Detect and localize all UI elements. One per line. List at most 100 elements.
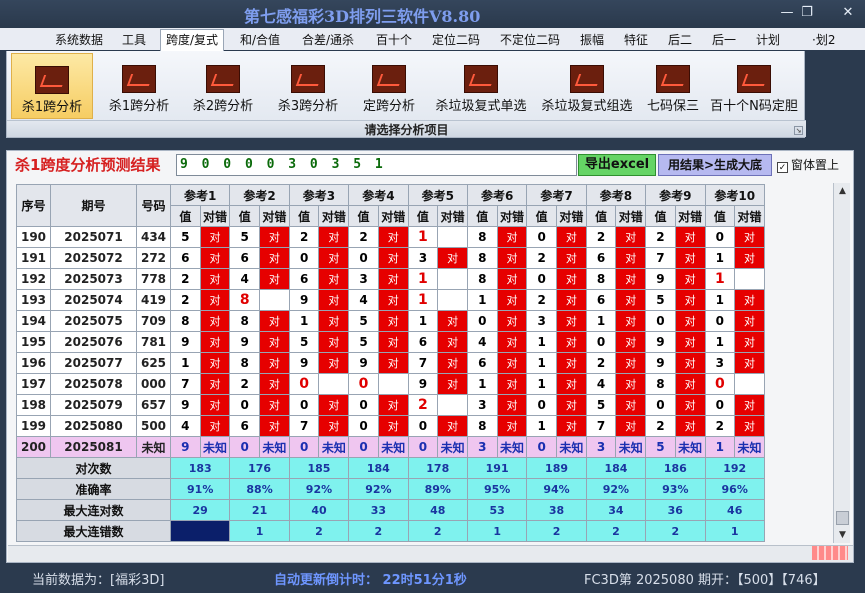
table-row[interactable]: 192 2025073 778 2 对 4 对 6 对 3 对 1 8 对 0 对 8 对 9 对 1 xyxy=(16,268,765,290)
cell-hit: 对 xyxy=(556,373,587,395)
close-button[interactable]: ✕ xyxy=(838,5,858,21)
row-issue: 2025077 xyxy=(50,352,137,374)
pred-unknown: 未知 xyxy=(318,436,350,458)
menu-unfixed-two[interactable]: 不定位二码 xyxy=(500,31,560,48)
launcher-icon[interactable]: ↘ xyxy=(794,126,803,135)
menu-span-compound[interactable]: 跨度/复式 xyxy=(160,29,225,51)
generate-base-button[interactable]: 用结果>生成大底 xyxy=(658,154,772,176)
cell-value: 2 xyxy=(704,415,736,437)
cell-value: 8 xyxy=(645,373,676,395)
table-row[interactable]: 195 2025076 781 9 对 9 对 5 对 5 对 6 对 4 对 1 对 0 对 9 对 1 对 xyxy=(16,331,765,353)
export-excel-button[interactable]: 导出excel xyxy=(578,154,656,176)
cell-hit: 对 xyxy=(259,268,290,290)
scroll-down-icon[interactable]: ▼ xyxy=(834,527,851,543)
col-header-ref: 参考9 xyxy=(645,184,706,206)
col-header-value: 值 xyxy=(348,205,379,227)
cell-value: 3 xyxy=(526,310,558,332)
topmost-checkbox[interactable]: ✓ 窗体置上 xyxy=(777,156,839,173)
resize-grip[interactable] xyxy=(812,546,848,560)
stats-row: 最大连错数 1 2 2 2 1 2 2 2 1 xyxy=(16,520,765,542)
table-row[interactable]: 194 2025075 709 8 对 8 对 1 对 5 对 1 对 0 对 3 对 1 对 0 对 0 对 xyxy=(16,310,765,332)
cell-value: 3 xyxy=(348,268,379,290)
cell-value: 1 xyxy=(704,247,736,269)
menu-last-one[interactable]: 后一 xyxy=(712,31,736,48)
cell-value: 7 xyxy=(407,352,439,374)
horizontal-scrollbar[interactable] xyxy=(8,545,853,562)
cell-hit: 对 xyxy=(496,331,528,353)
ribbon-junk-group[interactable]: 杀垃圾复式组选 xyxy=(536,53,638,119)
stats-value: 189 xyxy=(526,457,587,479)
col-header-match: 对错 xyxy=(556,205,587,227)
header-row: 序号 期号 号码 参考1 参考2 参考3 参考4 参考5 参考6 参考7 参考8 参考9 参考10 xyxy=(16,184,765,227)
ribbon-kill3-span[interactable]: 杀3跨分析 xyxy=(268,53,348,119)
menu-plan-2[interactable]: ·划2 xyxy=(812,31,835,48)
scroll-up-icon[interactable]: ▲ xyxy=(834,183,851,199)
menu-system-data[interactable]: 系统数据 xyxy=(55,31,103,48)
ribbon-seven-keep-three[interactable]: 七码保三 xyxy=(642,53,704,119)
stats-value: 186 xyxy=(645,457,706,479)
cell-hit: 对 xyxy=(496,394,528,416)
cell-miss xyxy=(318,373,350,395)
ribbon-kill1-span[interactable]: 杀1跨分析 xyxy=(99,53,179,119)
col-header-match: 对错 xyxy=(615,205,647,227)
minimize-button[interactable]: — xyxy=(777,5,797,21)
col-header-value: 值 xyxy=(645,205,676,227)
table-row[interactable]: 191 2025072 272 6 对 6 对 0 对 0 对 3 对 8 对 2 对 6 对 7 对 1 对 xyxy=(16,247,765,269)
pred-value: 0 xyxy=(348,436,379,458)
vertical-scrollbar[interactable]: ▲ ▼ xyxy=(833,183,850,543)
issue-info: FC3D第 2025080 期开：【500】【746】 xyxy=(584,573,826,588)
table-row[interactable]: 190 2025071 434 5 对 5 对 2 对 2 对 1 8 对 0 对 2 对 2 对 0 对 xyxy=(16,226,765,248)
pred-value: 0 xyxy=(288,436,320,458)
table-row[interactable]: 193 2025074 419 2 对 8 9 对 4 对 1 1 对 2 对 6 对 5 对 1 对 xyxy=(16,289,765,311)
ribbon-caption: 请选择分析项目 ↘ xyxy=(7,120,806,137)
table-row[interactable]: 196 2025077 625 1 对 8 对 9 对 9 对 7 对 6 对 1 对 2 对 9 对 3 对 xyxy=(16,352,765,374)
ribbon-kill1-span-active[interactable]: 杀1跨分析 xyxy=(11,53,93,119)
scroll-thumb[interactable] xyxy=(836,511,849,525)
table-row[interactable]: 199 2025080 500 4 对 6 对 7 对 0 对 0 对 8 对 1 对 7 对 2 对 2 对 xyxy=(16,415,765,437)
cell-hit: 对 xyxy=(199,247,231,269)
cell-miss xyxy=(437,226,468,248)
col-header-ref: 参考7 xyxy=(526,184,587,206)
cell-hit: 对 xyxy=(734,394,765,416)
menu-fixed-two[interactable]: 定位二码 xyxy=(432,31,480,48)
ribbon-kill2-span[interactable]: 杀2跨分析 xyxy=(183,53,263,119)
stats-value: 46 xyxy=(704,499,765,521)
ribbon-n-code[interactable]: 百十个N码定胆 xyxy=(707,53,801,119)
cell-value: 1 xyxy=(466,289,498,311)
menu-sum[interactable]: 和/合值 xyxy=(240,31,280,48)
row-index: 192 xyxy=(16,268,51,290)
cell-value: 1 xyxy=(526,415,558,437)
cell-value: 6 xyxy=(229,415,261,437)
menu-tools[interactable]: 工具 xyxy=(122,31,146,48)
menu-plan[interactable]: 计划 xyxy=(756,31,780,48)
cell-hit: 对 xyxy=(615,289,647,311)
menu-features[interactable]: 特征 xyxy=(624,31,648,48)
ribbon-junk-single[interactable]: 杀垃圾复式单选 xyxy=(430,53,532,119)
menu-amplitude[interactable]: 振幅 xyxy=(580,31,604,48)
table-row[interactable]: 198 2025079 657 9 对 0 对 0 对 0 对 2 3 对 0 对 5 对 0 对 0 对 xyxy=(16,394,765,416)
menu-last-two[interactable]: 后二 xyxy=(668,31,692,48)
cell-hit: 对 xyxy=(318,394,350,416)
cell-value: 2 xyxy=(170,268,201,290)
menu-diff-kill[interactable]: 合差/通杀 xyxy=(302,31,354,48)
cell-hit: 对 xyxy=(318,331,350,353)
stats-value: 178 xyxy=(407,457,468,479)
pred-unknown: 未知 xyxy=(734,436,765,458)
cell-miss xyxy=(437,394,468,416)
row-number: 500 xyxy=(136,415,171,437)
table-row[interactable]: 197 2025078 000 7 对 2 对 0 0 9 对 1 对 1 对 4 对 8 对 0 xyxy=(16,373,765,395)
prediction-row[interactable]: 200 2025081 未知 9 未知 0 未知 0 未知 0 未知 0 未知 3 未知 0 未知 3 未知 5 未知 1… xyxy=(16,436,765,458)
row-issue: 2025076 xyxy=(50,331,137,353)
col-header-number: 号码 xyxy=(136,184,171,227)
menu-positions[interactable]: 百十个 xyxy=(376,31,412,48)
cell-value: 6 xyxy=(229,247,261,269)
cell-hit: 对 xyxy=(199,331,231,353)
cell-value: 1 xyxy=(407,226,439,248)
ribbon-fixed-span[interactable]: 定跨分析 xyxy=(354,53,424,119)
result-field[interactable]: 9 0 0 0 0 3 0 3 5 1 xyxy=(176,154,577,176)
cell-value: 5 xyxy=(288,331,320,353)
cell-value: 0 xyxy=(466,310,498,332)
col-header-match: 对错 xyxy=(199,205,231,227)
restore-button[interactable]: ❐ xyxy=(797,5,817,21)
row-index: 190 xyxy=(16,226,51,248)
